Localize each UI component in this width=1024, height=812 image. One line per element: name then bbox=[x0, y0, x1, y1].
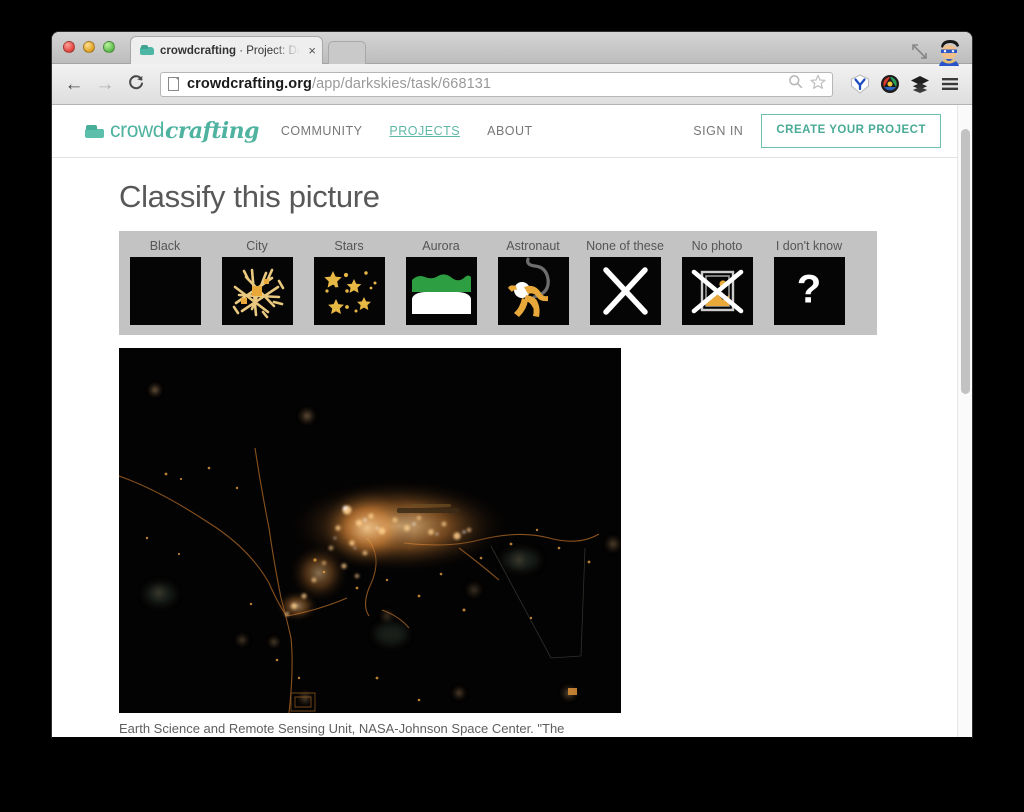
aurora-horizon-shape bbox=[411, 292, 471, 314]
color-wheel-extension-icon[interactable] bbox=[880, 74, 900, 94]
astronaut-icon[interactable] bbox=[497, 257, 569, 325]
new-tab-button[interactable] bbox=[328, 41, 366, 64]
minimize-window-button[interactable] bbox=[83, 41, 95, 53]
y-extension-icon[interactable] bbox=[850, 74, 870, 94]
no-photo-icon[interactable] bbox=[681, 257, 753, 325]
answer-option-aurora[interactable]: Aurora bbox=[395, 239, 487, 325]
window-right-controls bbox=[911, 36, 964, 66]
tab-title-rest: · Project: Da bbox=[236, 44, 304, 57]
answer-option-stars[interactable]: Stars bbox=[303, 239, 395, 325]
window-traffic-lights bbox=[63, 41, 115, 53]
answer-label-stars: Stars bbox=[334, 239, 364, 253]
city-lights-icon[interactable] bbox=[221, 257, 293, 325]
stars-icon[interactable] bbox=[313, 257, 385, 325]
sign-in-link[interactable]: SIGN IN bbox=[693, 124, 743, 138]
answer-label-no-photo: No photo bbox=[691, 239, 743, 253]
page-scrollbar-thumb[interactable] bbox=[961, 129, 970, 394]
answer-option-none-of-these[interactable]: None of these bbox=[579, 239, 671, 325]
omnibox-right-icons bbox=[788, 74, 826, 95]
nav-item-about[interactable]: ABOUT bbox=[487, 124, 533, 138]
answer-option-i-dont-know[interactable]: I don't know ? bbox=[763, 239, 855, 325]
fullscreen-expand-icon[interactable] bbox=[911, 43, 928, 60]
logo-text-crafting: crafting bbox=[165, 118, 259, 144]
nav-item-projects[interactable]: PROJECTS bbox=[389, 124, 460, 138]
answer-option-black[interactable]: Black bbox=[119, 239, 211, 325]
answer-label-none-of-these: None of these bbox=[586, 239, 664, 253]
answer-option-astronaut[interactable]: Astronaut bbox=[487, 239, 579, 325]
browser-tab[interactable]: crowdcrafting · Project: Da × bbox=[130, 36, 323, 64]
layers-extension-icon[interactable] bbox=[910, 74, 930, 94]
hamburger-menu-icon[interactable] bbox=[940, 74, 960, 94]
classification-options-panel: Black City Stars Aurora Astronaut None o… bbox=[119, 231, 877, 335]
bookmark-star-icon[interactable] bbox=[810, 74, 826, 95]
browser-tab-bar: crowdcrafting · Project: Da × bbox=[52, 32, 972, 66]
nav-item-community[interactable]: COMMUNITY bbox=[281, 124, 363, 138]
page-document-icon bbox=[168, 77, 179, 91]
search-icon[interactable] bbox=[788, 74, 803, 94]
image-caption: Earth Science and Remote Sensing Unit, N… bbox=[119, 721, 565, 736]
aurora-icon[interactable] bbox=[405, 257, 477, 325]
create-your-project-button[interactable]: CREATE YOUR PROJECT bbox=[761, 114, 941, 148]
tab-close-icon[interactable]: × bbox=[308, 43, 316, 58]
extension-icons bbox=[850, 74, 960, 94]
window-bottom-cutoff bbox=[52, 737, 972, 747]
logo-text-crowd: crowd bbox=[110, 119, 165, 142]
url-host: crowdcrafting.org bbox=[187, 76, 312, 92]
site-header: crowd crafting COMMUNITY PROJECTS ABOUT … bbox=[52, 105, 972, 158]
address-bar[interactable]: crowdcrafting.org/app/darkskies/task/668… bbox=[160, 71, 833, 97]
page-viewport: crowd crafting COMMUNITY PROJECTS ABOUT … bbox=[52, 105, 972, 737]
answer-label-aurora: Aurora bbox=[422, 239, 460, 253]
answer-label-black: Black bbox=[149, 239, 181, 253]
page-title: Classify this picture bbox=[119, 179, 380, 214]
browser-toolbar: ← → crowdcrafting.org/app/darkskies/task… bbox=[52, 64, 972, 105]
question-mark-icon[interactable]: ? bbox=[773, 257, 845, 325]
question-mark-glyph: ? bbox=[796, 267, 822, 312]
crowdcrafting-logo[interactable]: crowd crafting bbox=[85, 118, 259, 144]
task-satellite-image bbox=[119, 348, 621, 713]
user-avatar[interactable] bbox=[934, 36, 964, 66]
zoom-window-button[interactable] bbox=[103, 41, 115, 53]
browser-window: crowdcrafting · Project: Da × ← → crowdc… bbox=[52, 32, 972, 737]
url-text: crowdcrafting.org/app/darkskies/task/668… bbox=[187, 76, 491, 92]
black-square-icon[interactable] bbox=[129, 257, 201, 325]
answer-label-i-dont-know: I don't know bbox=[775, 239, 843, 253]
task-image-section: Earth Science and Remote Sensing Unit, N… bbox=[119, 348, 621, 737]
back-button[interactable]: ← bbox=[64, 75, 84, 94]
answer-label-astronaut: Astronaut bbox=[506, 239, 560, 253]
forward-button[interactable]: → bbox=[95, 75, 115, 94]
page-scrollbar-track[interactable] bbox=[957, 105, 972, 737]
header-right: SIGN IN CREATE YOUR PROJECT bbox=[693, 114, 941, 148]
tab-title: crowdcrafting · Project: Da bbox=[160, 45, 304, 57]
x-cross-icon[interactable] bbox=[589, 257, 661, 325]
reload-button[interactable] bbox=[126, 73, 146, 95]
crowdcrafting-logo-icon bbox=[85, 124, 104, 138]
tab-title-bold: crowdcrafting bbox=[160, 44, 237, 57]
url-path: /app/darkskies/task/668131 bbox=[311, 76, 492, 92]
crowdcrafting-favicon-icon bbox=[140, 45, 154, 56]
page-content: Classify this picture Black City Stars A… bbox=[52, 158, 972, 737]
answer-label-city: City bbox=[246, 239, 268, 253]
close-window-button[interactable] bbox=[63, 41, 75, 53]
answer-option-no-photo[interactable]: No photo bbox=[671, 239, 763, 325]
main-nav: COMMUNITY PROJECTS ABOUT bbox=[281, 124, 533, 138]
answer-option-city[interactable]: City bbox=[211, 239, 303, 325]
